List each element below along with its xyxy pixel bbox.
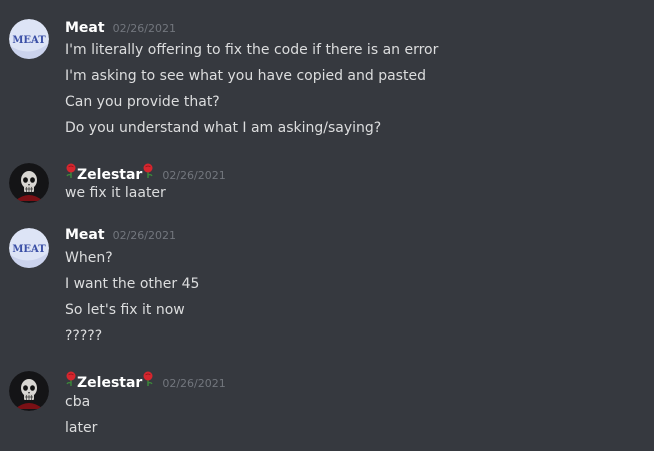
username[interactable]: Zelestar: [77, 167, 142, 183]
username[interactable]: Meat: [65, 227, 105, 243]
timestamp: 02/26/2021: [112, 22, 176, 35]
message-text: later: [65, 420, 98, 436]
chat-messages: MEAT Meat 02/26/2021 I'm literally offer…: [0, 0, 654, 451]
timestamp: 02/26/2021: [112, 229, 176, 242]
message-text: I'm asking to see what you have copied a…: [65, 68, 426, 84]
message-header: Meat 02/26/2021: [65, 20, 176, 40]
timestamp: 02/26/2021: [162, 169, 226, 182]
message-text: cba: [65, 394, 91, 410]
rose-icon: [65, 163, 77, 183]
meat-avatar[interactable]: MEAT: [9, 228, 49, 268]
message-text: ?????: [65, 328, 103, 344]
message-header: Zelestar 02/26/2021: [65, 163, 226, 183]
message-text: we fix it laater: [65, 185, 166, 201]
message-text: When?: [65, 250, 113, 266]
username[interactable]: Meat: [65, 20, 105, 36]
rose-icon: [142, 371, 154, 391]
meat-avatar-text: MEAT: [12, 35, 46, 46]
message-header: Meat 02/26/2021: [65, 227, 176, 247]
meat-avatar[interactable]: MEAT: [9, 19, 49, 59]
rose-icon: [65, 371, 77, 391]
skull-avatar[interactable]: [9, 163, 49, 203]
username[interactable]: Zelestar: [77, 375, 142, 391]
message-text: I want the other 45: [65, 276, 200, 292]
skull-avatar[interactable]: [9, 371, 49, 411]
message-text: Can you provide that?: [65, 94, 220, 110]
message-text: Do you understand what I am asking/sayin…: [65, 120, 382, 136]
message-text: I'm literally offering to fix the code i…: [65, 42, 439, 58]
rose-icon: [142, 163, 154, 183]
message-text: So let's fix it now: [65, 302, 185, 318]
meat-avatar-text: MEAT: [12, 244, 46, 255]
timestamp: 02/26/2021: [162, 377, 226, 390]
message-header: Zelestar 02/26/2021: [65, 371, 226, 391]
